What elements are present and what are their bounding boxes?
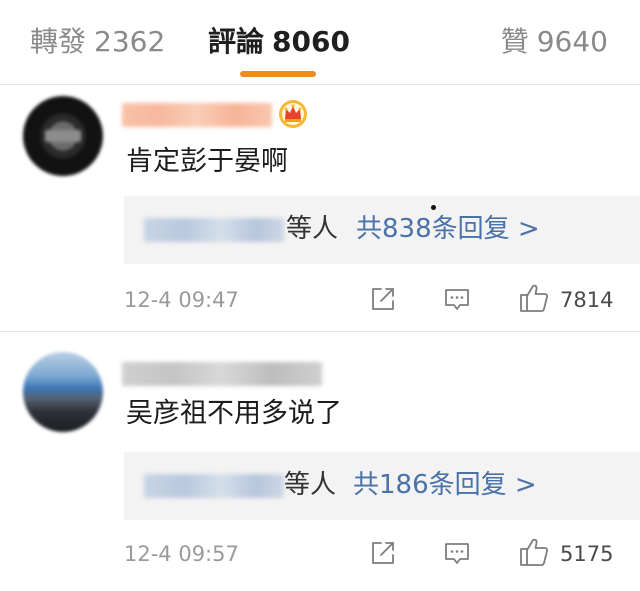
- crown-icon: [279, 100, 307, 128]
- comment-icon[interactable]: [442, 284, 472, 314]
- timestamp: 12-4 09:57: [124, 542, 239, 566]
- tab-reposts[interactable]: 轉發 2362: [30, 24, 165, 60]
- comment-icon[interactable]: [442, 538, 472, 568]
- active-tab-indicator: [240, 71, 316, 77]
- tab-reposts-count: 2362: [94, 25, 166, 58]
- tab-comments-label: 評論: [208, 25, 265, 58]
- avatar[interactable]: [23, 352, 103, 432]
- share-icon[interactable]: [368, 538, 398, 568]
- thumbs-up-icon[interactable]: [518, 536, 550, 568]
- like-count[interactable]: 7814: [560, 286, 613, 314]
- reply-suffix: 等人: [286, 214, 339, 244]
- comment-tabs: 轉發 2362 評論 8060 贊 9640: [0, 0, 640, 85]
- like-count[interactable]: 5175: [560, 540, 613, 568]
- view-replies-link[interactable]: 共838条回复 >: [356, 212, 540, 246]
- view-replies-link[interactable]: 共186条回复 >: [353, 468, 537, 502]
- tab-comments[interactable]: 評論 8060: [208, 24, 350, 60]
- comment-actions: 12-4 09:47 7814: [0, 282, 640, 318]
- comment-item: 肯定彭于晏啊 等人 共838条回复 > 12-4 09:47 7814: [0, 86, 640, 332]
- thumbs-up-icon[interactable]: [518, 282, 550, 314]
- tab-likes[interactable]: 贊 9640: [501, 24, 608, 60]
- reply-usernames-blurred: [144, 474, 284, 498]
- username-blurred[interactable]: [122, 103, 272, 127]
- comment-item: 吴彦祖不用多说了 等人 共186条回复 > 12-4 09:57 5175: [0, 332, 640, 591]
- timestamp: 12-4 09:47: [124, 288, 239, 312]
- username-blurred[interactable]: [122, 362, 322, 386]
- replies-preview[interactable]: 等人 共186条回复 >: [124, 452, 640, 520]
- comment-actions: 12-4 09:57 5175: [0, 536, 640, 572]
- tab-reposts-label: 轉發: [30, 25, 87, 58]
- tab-likes-label: 贊: [500, 25, 529, 58]
- tab-likes-count: 9640: [536, 25, 608, 58]
- share-icon[interactable]: [368, 284, 398, 314]
- replies-preview[interactable]: 等人 共838条回复 >: [124, 196, 640, 264]
- comment-text: 肯定彭于晏啊: [126, 146, 288, 177]
- reply-suffix: 等人: [284, 470, 337, 500]
- reply-usernames-blurred: [144, 218, 284, 242]
- avatar[interactable]: [23, 96, 103, 176]
- comment-text: 吴彦祖不用多说了: [126, 398, 342, 429]
- cursor-dot: [431, 205, 436, 210]
- tab-comments-count: 8060: [272, 25, 350, 58]
